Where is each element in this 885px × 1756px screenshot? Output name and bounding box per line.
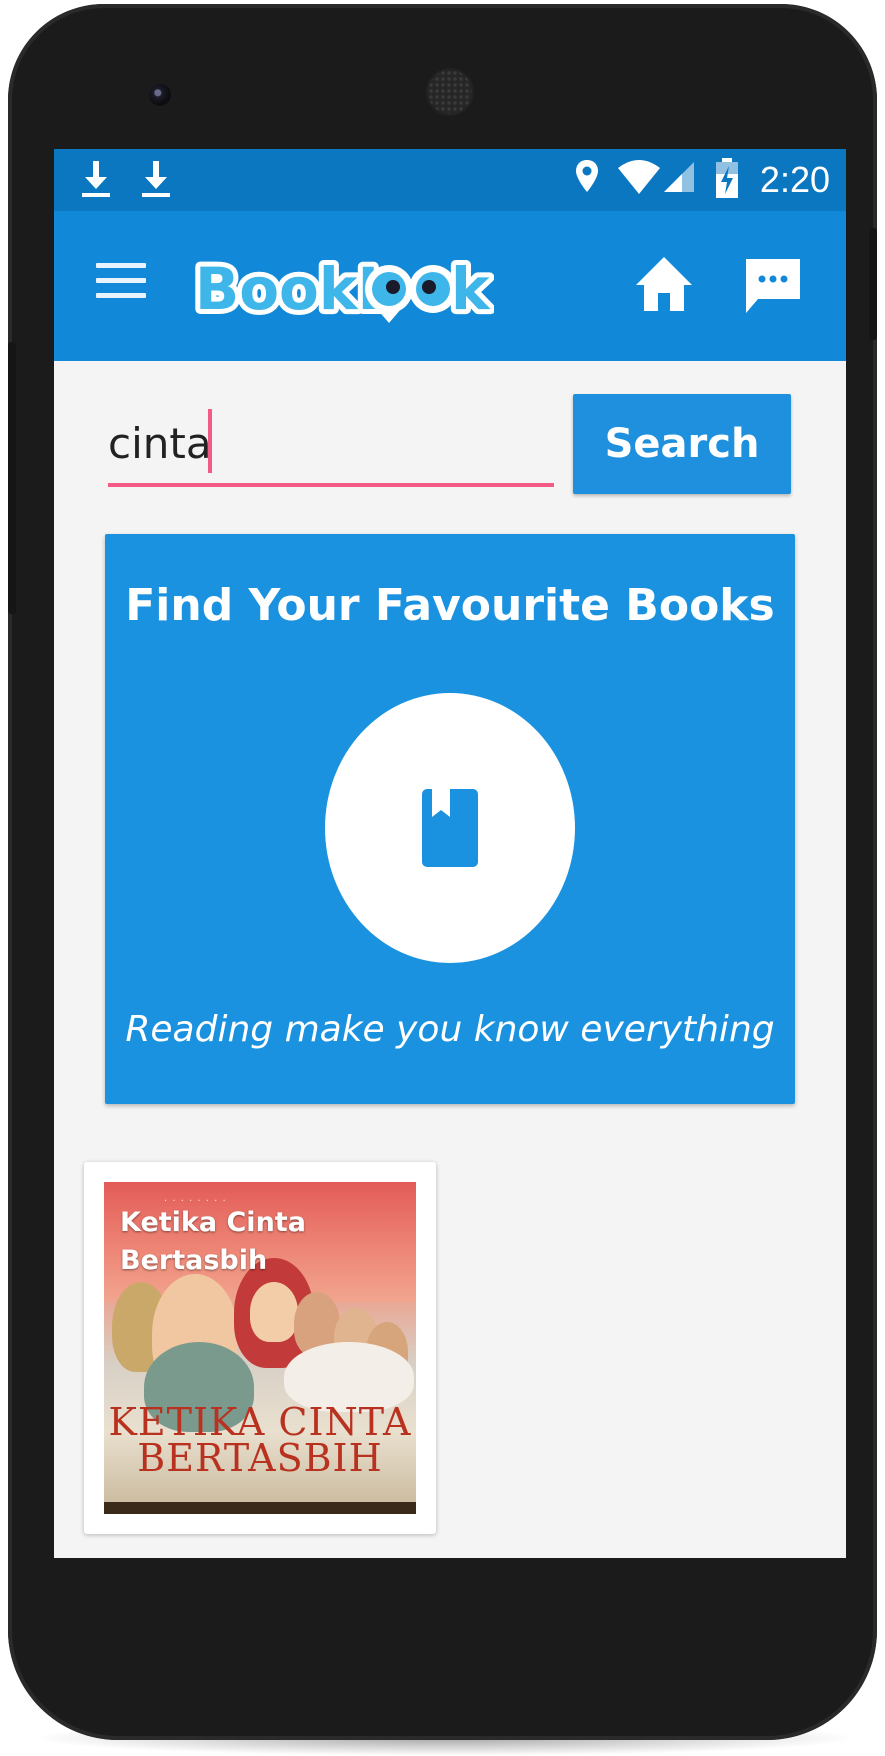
search-input[interactable] xyxy=(108,389,554,485)
volume-button xyxy=(8,342,16,614)
text-caret xyxy=(208,409,212,473)
booklook-logo[interactable]: BookL BookL k k xyxy=(189,247,494,327)
phone-frame: 2:20 BookL BookL k k cinta Search Find Y… xyxy=(8,4,877,1740)
menu-icon[interactable] xyxy=(96,263,146,303)
status-time: 2:20 xyxy=(759,159,830,200)
front-camera xyxy=(149,84,171,106)
hero-title: Find Your Favourite Books xyxy=(125,580,775,631)
hero-card: Find Your Favourite Books Reading make y… xyxy=(105,534,795,1104)
book-cover-image: · · · · · · · · Ketika Cinta Bertasbih K… xyxy=(104,1182,416,1514)
location-icon xyxy=(576,160,598,192)
search-input-underline xyxy=(108,483,554,487)
svg-text:BookL: BookL xyxy=(195,255,394,323)
download-icon xyxy=(142,161,170,197)
cover-art-title: KETIKA CINTA BERTASBIH xyxy=(108,1400,412,1480)
bookmark-book-icon xyxy=(422,789,478,867)
signal-icon xyxy=(664,162,694,192)
search-button[interactable]: Search xyxy=(573,394,791,494)
app-bar: BookL BookL k k xyxy=(54,211,846,361)
power-button xyxy=(869,228,877,340)
battery-charging-icon xyxy=(716,158,738,198)
cover-bottom-strip xyxy=(104,1502,416,1514)
hero-circle xyxy=(325,693,575,963)
wifi-icon xyxy=(618,160,660,194)
download-icon xyxy=(82,161,110,197)
home-icon[interactable] xyxy=(634,253,694,315)
earpiece-speaker xyxy=(428,70,472,114)
chat-icon[interactable] xyxy=(742,255,804,317)
screen: 2:20 BookL BookL k k cinta Search Find Y… xyxy=(54,149,846,1558)
cover-figure xyxy=(250,1282,298,1342)
book-title: Ketika Cinta Bertasbih xyxy=(120,1207,306,1276)
book-result-card[interactable]: · · · · · · · · Ketika Cinta Bertasbih K… xyxy=(84,1162,436,1534)
svg-text:k: k xyxy=(451,255,491,323)
status-bar: 2:20 xyxy=(54,149,846,211)
hero-tagline: Reading make you know everything xyxy=(125,1009,775,1050)
